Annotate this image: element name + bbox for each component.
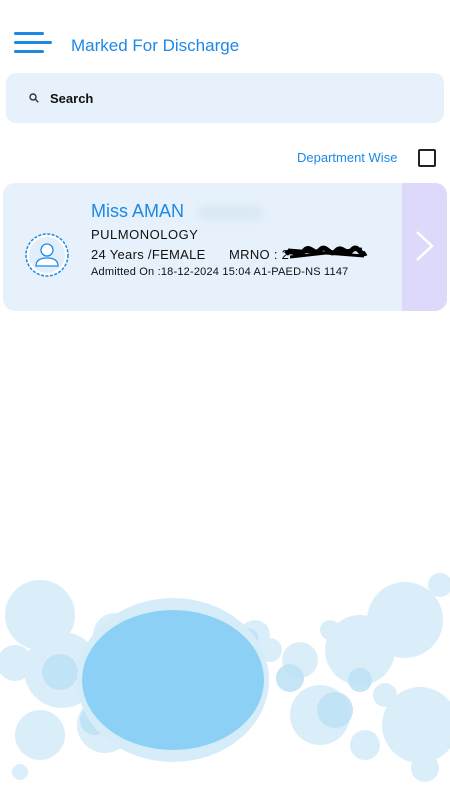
- redacted-mrno-scribble: [284, 245, 368, 259]
- redacted-name-blur: [198, 205, 263, 221]
- app-header: Marked For Discharge: [0, 0, 450, 70]
- mrno-label: MRNO :: [229, 247, 282, 262]
- patient-mrno: MRNO : 2: [229, 247, 289, 262]
- department-wise-checkbox[interactable]: [418, 149, 436, 167]
- search-bar[interactable]: [6, 73, 444, 123]
- hamburger-menu-icon[interactable]: [14, 32, 52, 56]
- patient-name: Miss AMAN: [91, 201, 185, 221]
- patient-age-gender: 24 Years /FEMALE: [91, 247, 206, 262]
- open-patient-button[interactable]: [402, 183, 447, 311]
- patient-department: PULMONOLOGY: [91, 227, 199, 242]
- decorative-bubbles-background: [0, 573, 450, 782]
- patient-avatar-icon: [25, 233, 69, 277]
- search-input[interactable]: [50, 73, 430, 123]
- search-icon: [29, 93, 39, 103]
- department-wise-label: Department Wise: [297, 150, 398, 165]
- page-title: Marked For Discharge: [71, 36, 240, 55]
- patient-admission-info: Admitted On :18-12-2024 15:04 A1-PAED-NS…: [91, 266, 349, 278]
- chevron-right-icon: [416, 231, 434, 261]
- patient-card[interactable]: Miss AMAN PULMONOLOGY 24 Years /FEMALE M…: [3, 183, 447, 311]
